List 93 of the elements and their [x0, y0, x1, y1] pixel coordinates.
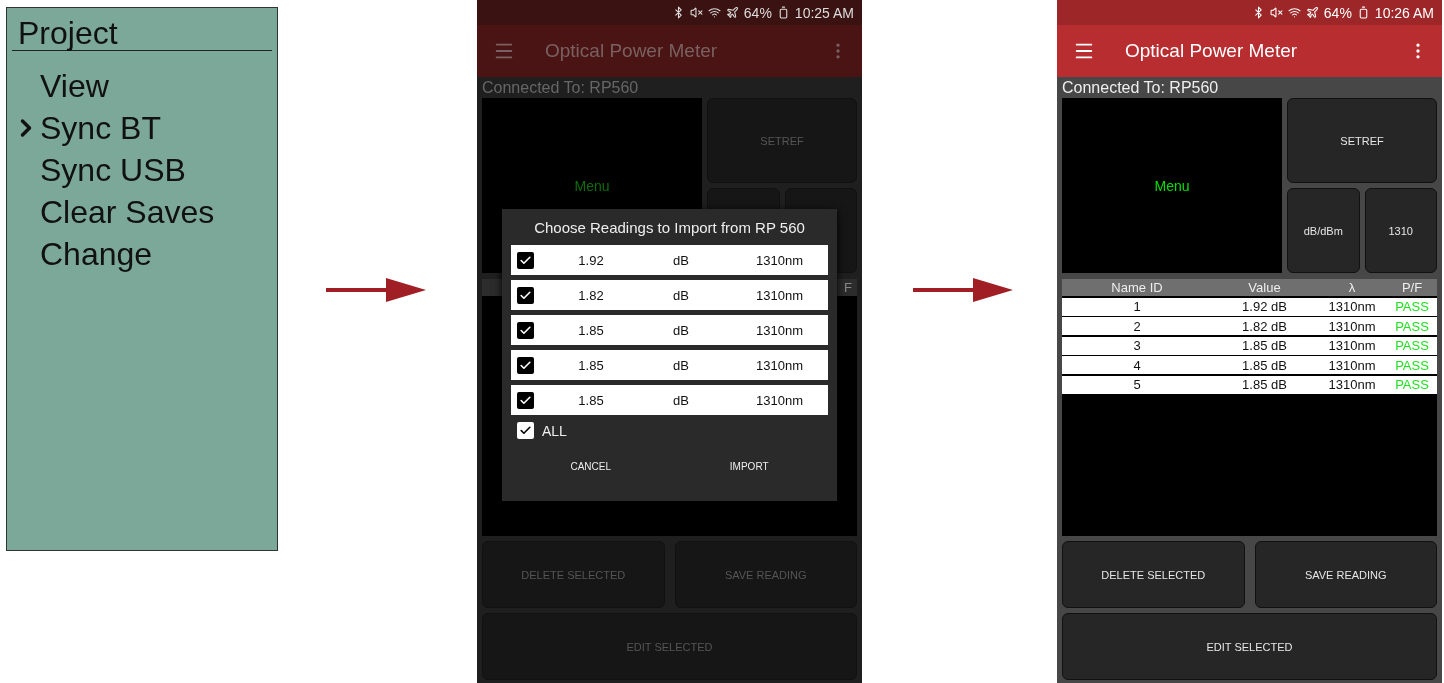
table-cell-text: 1.85 dB [1241, 338, 1288, 353]
result-cell-text: PASS [1394, 338, 1430, 353]
action-button[interactable]: EDIT SELECTED [1062, 613, 1437, 680]
connection-status: Connected To: RP560 [481, 78, 640, 98]
checkmark-icon [519, 323, 532, 337]
menu-item[interactable]: Sync BT [12, 107, 272, 149]
table-row[interactable]: 5 1.85 dB 1310nm PASS [1062, 375, 1437, 394]
dialog-button[interactable]: IMPORT [721, 457, 777, 476]
action-button[interactable]: SAVE READING [1254, 541, 1437, 608]
table-row[interactable]: 3 1.85 dB 1310nm PASS [1062, 336, 1437, 355]
clock-time: 10:25 AM [794, 4, 854, 21]
table-cell-text: 4 [1132, 357, 1142, 373]
checkbox[interactable] [517, 286, 534, 304]
column-header: λ [1347, 280, 1357, 295]
action-button[interactable]: DELETE SELECTED [1062, 541, 1245, 608]
table-cell-text: 1.92 dB [1241, 299, 1288, 314]
table-cell-text: 1.82 dB [1241, 318, 1288, 334]
reading-unit: dB [672, 392, 690, 408]
reading-wavelength: 1310nm [755, 392, 804, 408]
dialog-title: Choose Readings to Import from RP 560 [534, 219, 805, 236]
reading-value: 1.85 [577, 392, 605, 408]
menu-item[interactable]: Clear Saves [12, 191, 272, 233]
table-cell-text: 5 [1132, 377, 1142, 392]
connection-status: Connected To: RP560 [1061, 78, 1220, 98]
reading-unit: dB [672, 322, 690, 338]
reading-unit: dB [672, 287, 690, 303]
menu-item[interactable]: Change [12, 233, 272, 275]
table-cell-text: 1310nm [1327, 318, 1377, 334]
checkbox[interactable] [517, 251, 534, 269]
table-cell-text: 1 [1132, 299, 1142, 314]
reading-unit: dB [672, 252, 690, 268]
reading-wavelength: 1310nm [755, 252, 804, 268]
table-cell-text: 1310nm [1327, 377, 1377, 392]
table-cell-text: 1.85 dB [1241, 357, 1288, 373]
result-cell-text: PASS [1394, 299, 1430, 314]
checkbox-label: ALL [542, 422, 567, 439]
battery-percent: 64% [743, 4, 772, 21]
unit-button[interactable]: dB/dBm [1287, 188, 1360, 273]
table-row[interactable]: 2 1.82 dB 1310nm PASS [1062, 317, 1437, 335]
battery-percent: 64% [1323, 4, 1352, 21]
display-label: Menu [574, 177, 610, 194]
table-row[interactable]: 4 1.85 dB 1310nm PASS [1062, 356, 1437, 374]
column-header: P/F [1400, 280, 1424, 295]
result-cell-text: PASS [1394, 318, 1430, 334]
menu-item[interactable]: Sync USB [12, 149, 272, 191]
display-label: Menu [1154, 177, 1190, 194]
reading-wavelength: 1310nm [755, 287, 804, 303]
table-cell-text: 3 [1132, 338, 1142, 353]
checkbox[interactable] [517, 321, 534, 339]
reading-row[interactable]: 1.82 dB 1310nm [511, 280, 828, 310]
dialog-button[interactable]: CANCEL [562, 457, 619, 476]
table-cell-text: 1310nm [1327, 299, 1377, 314]
wifi-icon [1287, 6, 1301, 19]
checkbox[interactable] [517, 356, 534, 374]
column-header: Value [1247, 280, 1282, 295]
reading-unit: dB [672, 357, 690, 373]
setref-button[interactable]: SETREF [1287, 98, 1437, 183]
table-cell-text: 2 [1132, 318, 1142, 334]
menu-item[interactable]: View [12, 65, 272, 107]
reading-row[interactable]: 1.85 dB 1310nm [511, 315, 828, 345]
airplane-icon [725, 6, 739, 19]
checkbox[interactable] [517, 391, 534, 409]
reading-row[interactable]: 1.92 dB 1310nm [511, 245, 828, 275]
reading-value: 1.92 [577, 252, 605, 268]
table-cell-text: 1.85 dB [1241, 377, 1288, 392]
wifi-icon [707, 6, 721, 19]
table-cell-text: 1310nm [1327, 357, 1377, 373]
checkmark-icon [519, 393, 532, 407]
mute-icon [689, 6, 703, 19]
reading-value: 1.85 [577, 357, 605, 373]
checkmark-icon [519, 424, 532, 437]
reading-value: 1.82 [577, 287, 605, 303]
reading-row[interactable]: 1.85 dB 1310nm [511, 385, 828, 415]
reading-row[interactable]: 1.85 dB 1310nm [511, 350, 828, 380]
result-cell-text: PASS [1394, 377, 1430, 392]
table-row[interactable]: 1 1.92 dB 1310nm PASS [1062, 297, 1437, 316]
checkmark-icon [519, 253, 532, 267]
reading-wavelength: 1310nm [755, 357, 804, 373]
reading-value: 1.85 [577, 322, 605, 338]
wavelength-button[interactable]: 1310 [1364, 188, 1437, 273]
app-title: Optical Power Meter [545, 40, 719, 62]
airplane-icon [1305, 6, 1319, 19]
reading-wavelength: 1310nm [755, 322, 804, 338]
app-title: Optical Power Meter [1125, 40, 1299, 62]
table-cell-text: 1310nm [1327, 338, 1377, 353]
checkmark-icon [519, 358, 532, 372]
column-header: Name ID [1110, 280, 1164, 295]
result-cell-text: PASS [1394, 357, 1430, 373]
checkmark-icon [519, 288, 532, 302]
mute-icon [1269, 6, 1283, 19]
menu-title: Project [12, 16, 272, 51]
column-header: F [844, 280, 852, 295]
clock-time: 10:26 AM [1374, 4, 1434, 21]
